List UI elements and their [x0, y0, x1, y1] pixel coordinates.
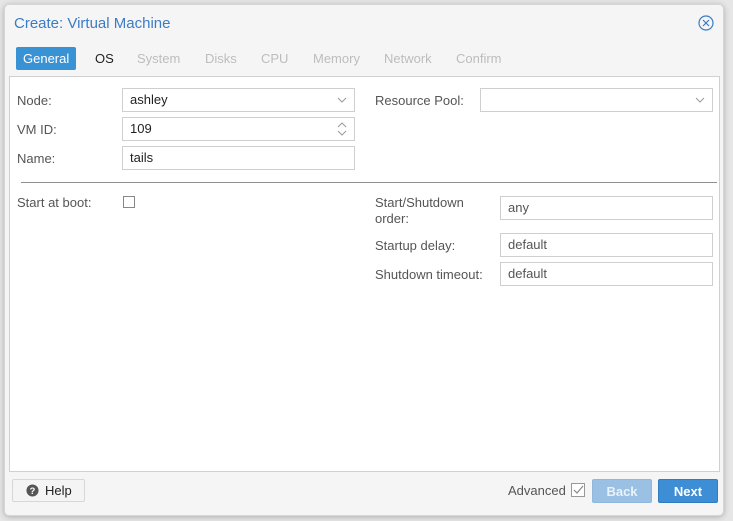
tab-system: System — [137, 51, 181, 66]
vmid-value: 109 — [130, 121, 152, 136]
resource-pool-select[interactable] — [480, 88, 713, 112]
question-circle-icon: ? — [26, 484, 39, 497]
general-panel: Node: ashley VM ID: 109 Name: tails Reso… — [9, 76, 720, 472]
name-value: tails — [130, 150, 154, 165]
advanced-label: Advanced — [508, 483, 566, 498]
start-shutdown-order-label-line2: order: — [375, 211, 409, 226]
startup-delay-input[interactable]: default — [500, 233, 713, 257]
create-vm-dialog: Create: Virtual Machine General OS Syste… — [4, 4, 724, 516]
name-input[interactable]: tails — [122, 146, 355, 170]
vmid-spinner[interactable]: 109 — [122, 117, 355, 141]
startup-delay-label: Startup delay: — [375, 238, 456, 253]
svg-text:?: ? — [30, 486, 36, 496]
shutdown-timeout-label: Shutdown timeout: — [375, 267, 483, 282]
vmid-label: VM ID: — [17, 122, 57, 137]
startup-delay-placeholder: default — [508, 237, 548, 252]
start-shutdown-order-label-line1: Start/Shutdown — [375, 195, 464, 210]
tab-general[interactable]: General — [16, 47, 77, 70]
shutdown-timeout-placeholder: default — [508, 266, 548, 281]
close-button[interactable] — [698, 15, 714, 31]
next-button[interactable]: Next — [658, 479, 718, 503]
start-at-boot-label: Start at boot: — [17, 195, 92, 210]
spinner-arrows-icon[interactable] — [336, 122, 348, 136]
tab-confirm: Confirm — [456, 51, 502, 66]
section-divider — [21, 182, 717, 183]
name-label: Name: — [17, 151, 56, 166]
chevron-down-icon[interactable] — [694, 94, 706, 106]
help-button[interactable]: ? Help — [12, 479, 85, 502]
tab-memory: Memory — [313, 51, 360, 66]
chevron-down-icon[interactable] — [336, 94, 348, 106]
start-shutdown-order-input[interactable]: any — [500, 196, 713, 220]
close-circle-icon — [698, 15, 714, 31]
resource-pool-label: Resource Pool: — [375, 93, 464, 108]
back-button[interactable]: Back — [592, 479, 652, 503]
tab-cpu: CPU — [261, 51, 289, 66]
start-shutdown-order-placeholder: any — [508, 200, 529, 215]
dialog-footer: ? Help Advanced Back Next — [5, 471, 723, 515]
tab-disks: Disks — [205, 51, 237, 66]
tab-os[interactable]: OS — [88, 47, 121, 70]
dialog-title: Create: Virtual Machine — [14, 15, 171, 32]
node-label: Node: — [17, 93, 52, 108]
node-select[interactable]: ashley — [122, 88, 355, 112]
advanced-checkbox[interactable] — [571, 483, 585, 497]
node-value: ashley — [130, 92, 168, 107]
start-at-boot-checkbox[interactable] — [123, 196, 135, 208]
help-label: Help — [45, 483, 72, 498]
tab-network: Network — [384, 51, 432, 66]
shutdown-timeout-input[interactable]: default — [500, 262, 713, 286]
start-shutdown-order-label: Start/Shutdown order: — [375, 195, 464, 227]
